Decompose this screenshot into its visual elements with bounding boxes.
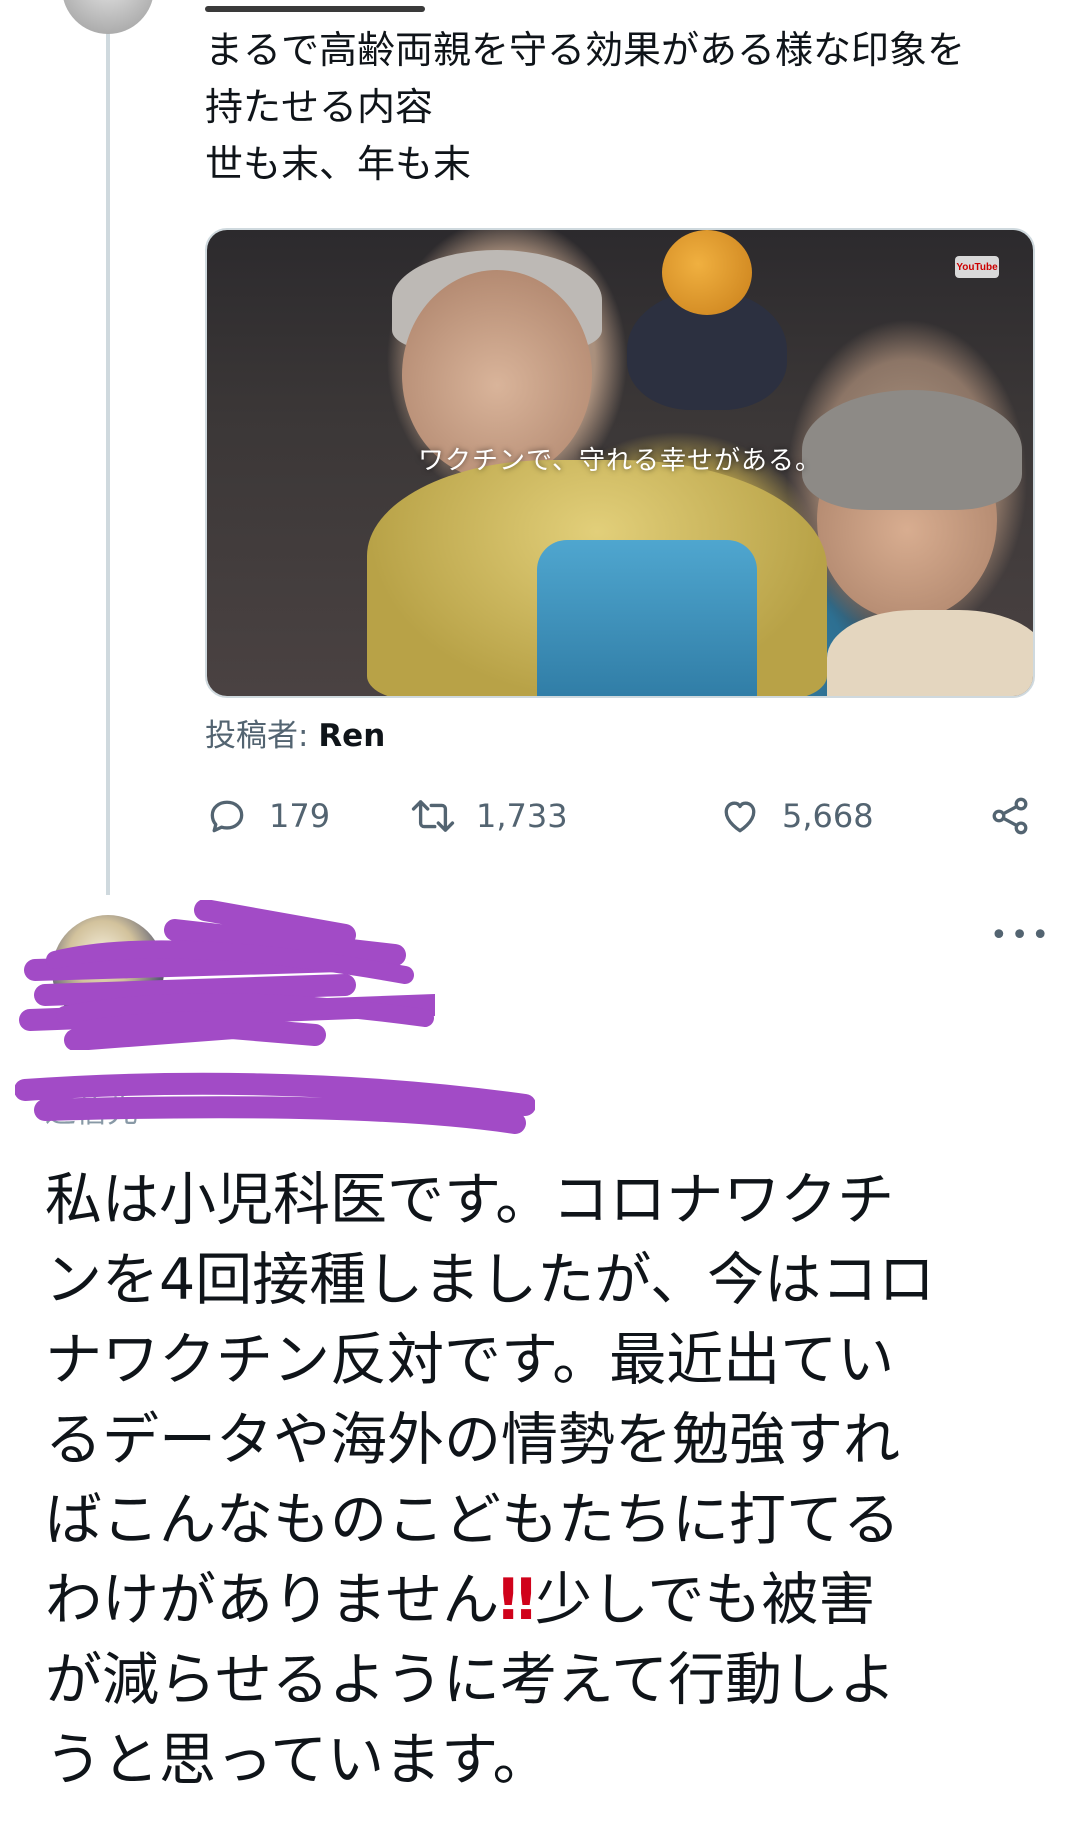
avatar[interactable] [62,0,154,34]
reply-text-line: ばこんなものこどもたちに打てる [45,1487,900,1553]
share-icon [992,797,1028,835]
tweet-text-line: まるで高齢両親を守る効果がある様な印象を [205,28,966,72]
reply-text-line: 私は小児科医です。コロナワクチ [45,1167,895,1233]
tweet-text-line: 持たせる内容 [205,85,434,129]
video-caption: ワクチンで、守れる幸せがある。 [418,446,822,476]
reply-text-line: ンを4回接種しましたが、今はコロ [45,1247,936,1313]
tweet-actions: 179 1,733 5,668 [205,790,1035,842]
reply-count: 179 [269,797,331,835]
retweet-button[interactable]: 1,733 [410,790,568,842]
more-icon[interactable]: ••• [990,918,1052,953]
like-button[interactable]: 5,668 [718,790,874,842]
like-count: 5,668 [782,797,874,835]
redaction-scribble [15,1072,535,1134]
thread-line [106,0,110,895]
youtube-logo-icon: YouTube [955,256,999,278]
like-icon [724,801,756,833]
reply-icon [210,800,244,833]
video-thumbnail[interactable]: YouTube ワクチンで、守れる幸せがある。 [205,228,1035,698]
tweet-text: まるで高齢両親を守る効果がある様な印象を 持たせる内容 世も末、年も末 [205,22,1045,193]
poster-attribution: 投稿者: Ren [205,710,385,755]
poster-label: 投稿者: [205,718,309,754]
redaction-scribble [19,900,435,1050]
share-button[interactable] [988,790,1032,842]
retweet-count: 1,733 [476,797,568,835]
reply-text-line: うと思っています。 [45,1727,550,1793]
reply-text-line: が減らせるように考えて行動しよ [45,1647,897,1713]
poster-name[interactable]: Ren [318,718,385,754]
author-name-cut [205,0,465,12]
retweet-icon [411,800,455,832]
tweet-text-line: 世も末、年も末 [205,142,472,186]
double-exclamation-icon: ‼ [499,1567,536,1633]
reply-text: 私は小児科医です。コロナワクチ ンを4回接種しましたが、今はコロ ナワクチン反対… [45,1160,1055,1800]
reply-text-segment: 少しでも被害 [535,1567,876,1633]
reply-text-line: るデータや海外の情勢を勉強すれ [45,1407,900,1473]
reply-text-line: ナワクチン反対です。最近出てい [45,1327,895,1393]
reply-text-segment: わけがありません [45,1567,500,1633]
reply-text-line: わけがありません‼少しでも被害 [45,1560,1055,1640]
reply-button[interactable]: 179 [205,790,330,842]
